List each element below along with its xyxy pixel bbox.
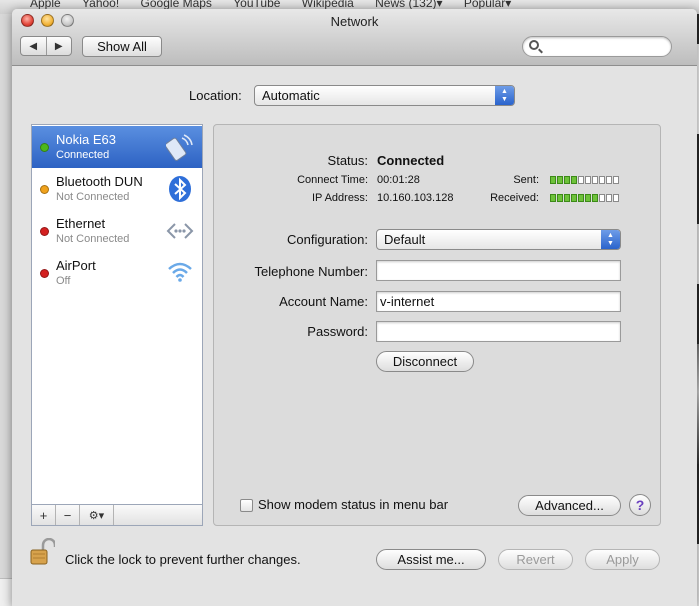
received-meter-segment xyxy=(557,194,563,202)
received-meter-segment xyxy=(585,194,591,202)
received-meter-segment xyxy=(613,194,619,202)
received-label: Received: xyxy=(490,192,539,204)
wifi-icon xyxy=(168,262,192,282)
service-detail-panel: Status: Connected Connect Time: 00:01:28… xyxy=(213,124,661,526)
sent-activity-meter xyxy=(550,176,619,184)
add-service-button[interactable]: + xyxy=(32,505,56,525)
sent-meter-segment xyxy=(592,176,598,184)
sent-meter-segment xyxy=(606,176,612,184)
received-meter-segment xyxy=(571,194,577,202)
modem-status-checkbox[interactable] xyxy=(240,499,253,512)
modem-status-label: Show modem status in menu bar xyxy=(258,497,449,512)
service-action-menu-button[interactable]: ⚙▾ xyxy=(80,505,114,525)
connect-time-label: Connect Time: xyxy=(297,174,368,186)
service-item-airport[interactable]: AirPort Off xyxy=(32,252,202,294)
service-status: Not Connected xyxy=(56,233,130,245)
sent-meter-segment xyxy=(578,176,584,184)
title-bar: Network ◀ ▶ Show All xyxy=(12,9,697,66)
service-name: Ethernet xyxy=(56,216,106,231)
received-meter-segment xyxy=(599,194,605,202)
password-field[interactable] xyxy=(376,321,621,342)
received-meter-segment xyxy=(550,194,556,202)
sent-meter-segment xyxy=(599,176,605,184)
status-dot-red-icon xyxy=(40,269,49,278)
status-dot-yellow-icon xyxy=(40,185,49,194)
ip-address-value: 10.160.103.128 xyxy=(377,192,454,204)
popup-arrows-icon: ▲ ▼ xyxy=(495,86,514,105)
service-status: Connected xyxy=(56,149,110,161)
configuration-label: Configuration: xyxy=(287,232,368,247)
sent-meter-segment xyxy=(564,176,570,184)
location-popup[interactable]: Automatic ▲ ▼ xyxy=(254,85,515,106)
sent-meter-segment xyxy=(571,176,577,184)
service-name: Nokia E63 xyxy=(56,132,116,147)
status-dot-red-icon xyxy=(40,227,49,236)
telephone-number-label: Telephone Number: xyxy=(254,264,368,279)
telephone-number-field[interactable] xyxy=(376,260,621,281)
status-dot-green-icon xyxy=(40,143,49,152)
sent-label: Sent: xyxy=(513,174,539,186)
phone-icon xyxy=(166,134,193,161)
received-meter-segment xyxy=(578,194,584,202)
revert-button[interactable]: Revert xyxy=(498,549,573,570)
back-forward-control: ◀ ▶ xyxy=(20,36,72,56)
back-button[interactable]: ◀ xyxy=(21,37,47,55)
location-value: Automatic xyxy=(262,88,320,103)
service-status: Off xyxy=(56,275,71,287)
configuration-value: Default xyxy=(384,232,426,247)
forward-button[interactable]: ▶ xyxy=(47,37,72,55)
service-item-bluetooth-dun[interactable]: Bluetooth DUN Not Connected xyxy=(32,168,202,210)
account-name-label: Account Name: xyxy=(279,294,368,309)
apply-button[interactable]: Apply xyxy=(585,549,660,570)
search-icon xyxy=(529,40,539,50)
bluetooth-icon xyxy=(169,176,191,202)
status-label: Status: xyxy=(327,153,368,168)
popup-arrows-icon: ▲ ▼ xyxy=(601,230,620,249)
window-title: Network xyxy=(330,14,379,29)
lock-message: Click the lock to prevent further change… xyxy=(65,552,301,567)
service-item-nokia-e63[interactable]: Nokia E63 Connected xyxy=(32,126,202,168)
account-name-field[interactable]: v-internet xyxy=(376,291,621,312)
configuration-popup[interactable]: Default ▲ ▼ xyxy=(376,229,621,250)
ethernet-icon xyxy=(166,223,194,239)
sent-meter-segment xyxy=(613,176,619,184)
network-preferences-window: Network ◀ ▶ Show All Location: Automatic… xyxy=(12,9,697,606)
connect-time-value: 00:01:28 xyxy=(377,174,420,186)
service-name: AirPort xyxy=(56,258,96,273)
service-item-ethernet[interactable]: Ethernet Not Connected xyxy=(32,210,202,252)
ip-address-label: IP Address: xyxy=(311,192,368,204)
received-meter-segment xyxy=(592,194,598,202)
search-field[interactable] xyxy=(522,36,672,57)
status-value: Connected xyxy=(377,153,445,168)
location-label: Location: xyxy=(189,88,242,103)
service-list: Nokia E63 Connected Bluetooth DUN Not Co… xyxy=(31,124,203,505)
service-status: Not Connected xyxy=(56,191,130,203)
received-meter-segment xyxy=(564,194,570,202)
service-list-controls: + − ⚙▾ xyxy=(31,505,203,526)
received-activity-meter xyxy=(550,194,619,202)
advanced-button[interactable]: Advanced... xyxy=(518,495,621,516)
sent-meter-segment xyxy=(557,176,563,184)
lock-icon[interactable] xyxy=(29,538,55,566)
disconnect-button[interactable]: Disconnect xyxy=(376,351,474,372)
sent-meter-segment xyxy=(550,176,556,184)
sent-meter-segment xyxy=(585,176,591,184)
help-button[interactable]: ? xyxy=(629,494,651,516)
show-all-button[interactable]: Show All xyxy=(82,36,162,57)
service-name: Bluetooth DUN xyxy=(56,174,143,189)
remove-service-button[interactable]: − xyxy=(56,505,80,525)
received-meter-segment xyxy=(606,194,612,202)
password-label: Password: xyxy=(307,324,368,339)
assist-me-button[interactable]: Assist me... xyxy=(376,549,486,570)
